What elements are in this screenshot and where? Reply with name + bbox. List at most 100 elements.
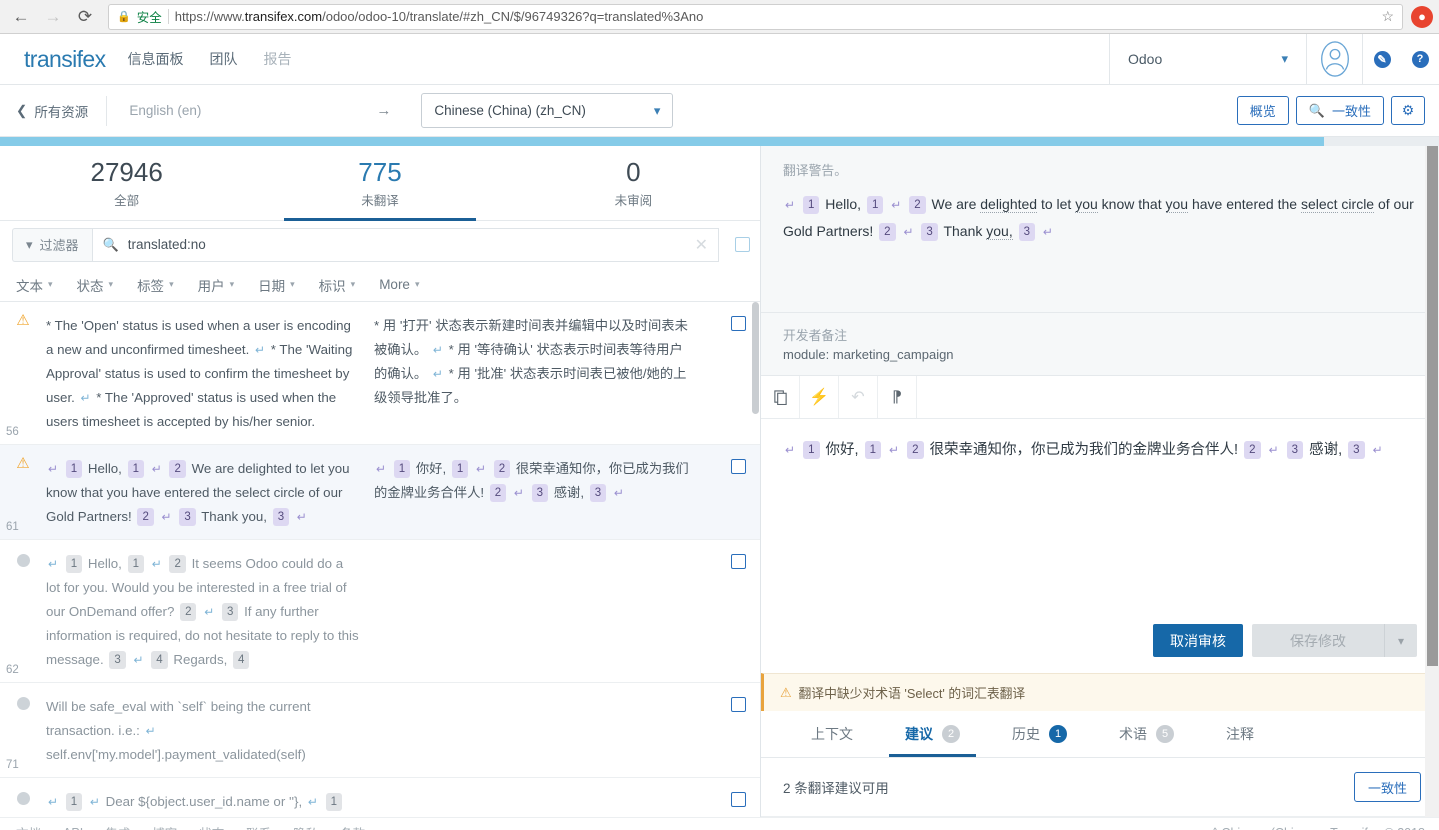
- address-bar[interactable]: 🔒 安全 https://www.transifex.com/odoo/odoo…: [108, 3, 1403, 30]
- edit-mode-button[interactable]: ✎: [1363, 34, 1401, 84]
- row-checkbox[interactable]: [731, 459, 746, 474]
- select-all-checkbox[interactable]: [735, 237, 750, 252]
- inline-placeholder-tag: 3: [1018, 223, 1036, 241]
- unreview-button[interactable]: 取消审核: [1153, 624, 1243, 657]
- project-name: Odoo: [1128, 51, 1163, 67]
- footer-link-blog[interactable]: 博客: [152, 823, 177, 830]
- row-checkbox[interactable]: [731, 792, 746, 807]
- avatar-icon: [1320, 41, 1349, 77]
- star-icon[interactable]: ☆: [1373, 8, 1394, 25]
- forward-arrow-icon[interactable]: →: [38, 3, 68, 31]
- tab-unreviewed[interactable]: 0 未审阅: [507, 146, 760, 220]
- copy-source-icon[interactable]: [761, 376, 800, 418]
- string-list-row[interactable]: 71 Will be safe_eval with `self` being th…: [0, 683, 760, 778]
- gear-icon: ⚙: [1401, 102, 1415, 118]
- row-checkbox[interactable]: [731, 316, 746, 331]
- tab-context[interactable]: 上下文: [785, 711, 879, 757]
- reload-icon[interactable]: ⟳: [70, 3, 100, 31]
- newline-mark-icon: ↵: [151, 462, 162, 476]
- newline-mark-icon: ↵: [48, 795, 59, 809]
- chevron-down-icon: ▾: [290, 279, 295, 289]
- paragraph-mark-icon[interactable]: ⁋: [878, 376, 917, 418]
- tab-history[interactable]: 历史 1: [986, 711, 1093, 757]
- strings-list[interactable]: ⚠ 56 * The 'Open' status is used when a us…: [0, 302, 760, 817]
- concordance-action-button[interactable]: 一致性: [1353, 772, 1421, 802]
- project-selector[interactable]: Odoo ▾: [1109, 34, 1307, 84]
- avatar[interactable]: [1307, 34, 1363, 84]
- row-target-text: [374, 695, 704, 767]
- string-list-row[interactable]: ↵ 1 ↵ Dear ${object.user_id.name or ''},…: [0, 778, 760, 817]
- back-to-resources-button[interactable]: ❮ 所有资源: [16, 95, 108, 126]
- newline-mark-icon: ↵: [89, 795, 100, 809]
- source-string-text[interactable]: ↵ 1 Hello, 1 ↵ 2 We are delighted to let…: [783, 191, 1417, 245]
- help-button[interactable]: ?: [1401, 34, 1439, 84]
- facet-user[interactable]: 用户 ▾: [198, 275, 235, 295]
- string-list-row[interactable]: 62 ↵ 1 Hello, 1 ↵ 2 It seems Odoo could d…: [0, 540, 760, 683]
- glossary-term: select: [1300, 196, 1338, 213]
- settings-button[interactable]: ⚙: [1391, 96, 1425, 125]
- overview-button[interactable]: 概览: [1236, 96, 1289, 125]
- facet-more[interactable]: More ▾: [379, 277, 419, 292]
- footer-link-contact[interactable]: 联系: [246, 823, 271, 830]
- footer-link-integrations[interactable]: 集成: [105, 823, 130, 830]
- newline-mark-icon: ↵: [296, 510, 307, 524]
- undo-icon[interactable]: ↶: [839, 376, 878, 418]
- footer-link-status[interactable]: 状态: [199, 823, 224, 830]
- row-status-gutter: 71: [0, 695, 46, 771]
- stat-count-unreviewed: 0: [626, 157, 641, 187]
- segment-text: Dear ${object.user_id.name or ''},: [105, 794, 303, 809]
- inline-placeholder-tag: 1: [451, 460, 469, 478]
- tab-untranslated[interactable]: 775 未翻译: [253, 146, 506, 221]
- target-language-select[interactable]: Chinese (China) (zh_CN) ▾: [421, 93, 674, 128]
- page-scrollbar-thumb[interactable]: [1427, 146, 1438, 666]
- search-input[interactable]: [127, 237, 686, 252]
- page-scrollbar[interactable]: [1425, 146, 1439, 817]
- tab-history-label: 历史: [1012, 726, 1040, 742]
- facet-id[interactable]: 标识 ▾: [319, 275, 356, 295]
- translation-text[interactable]: ↵ 1 你好, 1 ↵ 2 很荣幸通知你，你已成为我们的金牌业务合伴人! 2 ↵…: [783, 437, 1417, 463]
- facet-text[interactable]: 文本 ▾: [16, 275, 53, 295]
- footer-link-docs[interactable]: 文档: [16, 823, 41, 830]
- footer-language[interactable]: ^ Chinese (Chi...: [1212, 826, 1304, 830]
- string-list-row[interactable]: ⚠ 56 * The 'Open' status is used when a us…: [0, 302, 760, 445]
- extension-icon[interactable]: ●: [1411, 5, 1433, 28]
- search-box[interactable]: 🔍 ✕: [91, 227, 719, 262]
- facet-tags[interactable]: 标签 ▾: [137, 275, 174, 295]
- translation-editor[interactable]: ↵ 1 你好, 1 ↵ 2 很荣幸通知你，你已成为我们的金牌业务合伴人! 2 ↵…: [761, 419, 1439, 624]
- newline-mark-icon: ↵: [254, 343, 266, 357]
- tab-comments[interactable]: 注释: [1200, 711, 1280, 757]
- inline-placeholder-tag: 1: [325, 793, 343, 811]
- transifex-logo[interactable]: transifex: [0, 46, 128, 73]
- footer-link-privacy[interactable]: 隐私: [293, 823, 318, 830]
- string-list-row[interactable]: ⚠ 61 ↵ 1 Hello, 1 ↵ 2 We are delighted to …: [0, 445, 760, 540]
- newline-mark-icon: ↵: [475, 462, 487, 476]
- save-button[interactable]: 保存修改: [1252, 624, 1384, 657]
- row-source-text: * The 'Open' status is used when a user …: [46, 314, 374, 434]
- row-checkbox[interactable]: [731, 554, 746, 569]
- tab-all[interactable]: 27946 全部: [0, 146, 253, 220]
- tab-suggestions-badge: 2: [942, 725, 960, 743]
- footer-link-terms[interactable]: 条款: [340, 823, 365, 830]
- inline-placeholder-tag: 2: [180, 603, 197, 621]
- row-checkbox[interactable]: [731, 697, 746, 712]
- facet-status[interactable]: 状态 ▾: [77, 275, 114, 295]
- clear-x-icon[interactable]: ✕: [695, 235, 708, 255]
- chevron-down-icon: ▾: [414, 279, 420, 289]
- nav-item-dashboard[interactable]: 信息面板: [128, 49, 184, 69]
- lightning-bolt-icon[interactable]: ⚡: [800, 376, 839, 418]
- footer-link-api[interactable]: API: [63, 826, 83, 830]
- glossary-term: you: [1165, 196, 1189, 213]
- nav-item-reports[interactable]: 报告: [264, 49, 292, 69]
- inline-placeholder-tag: 1: [127, 460, 144, 478]
- facet-date[interactable]: 日期 ▾: [258, 275, 295, 295]
- nav-item-team[interactable]: 团队: [210, 49, 238, 69]
- footer: 文档 API 集成 博客 状态 联系 隐私 条款 ^ Chinese (Chi.…: [0, 817, 1439, 830]
- back-arrow-icon[interactable]: ←: [6, 3, 36, 31]
- string-index-number: 62: [6, 664, 19, 676]
- tab-suggestions[interactable]: 建议 2: [879, 711, 986, 757]
- segment-text: self.env['my.model'].payment_validated(s…: [46, 747, 306, 762]
- tab-glossary[interactable]: 术语 5: [1093, 711, 1200, 757]
- save-options-button[interactable]: ▾: [1384, 624, 1417, 657]
- filters-button[interactable]: ▾ 过滤器: [12, 227, 92, 262]
- concordance-button[interactable]: 🔍 一致性: [1295, 96, 1384, 125]
